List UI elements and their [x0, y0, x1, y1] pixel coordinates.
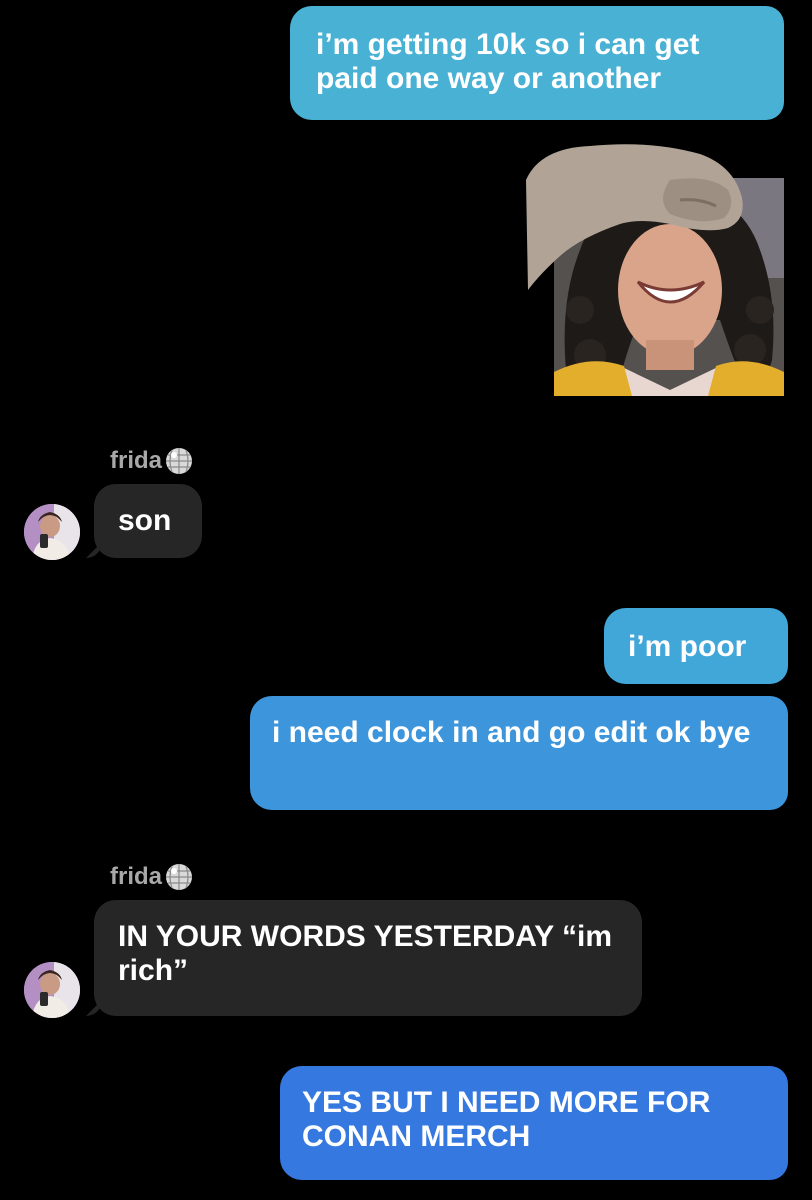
- message-text: son: [118, 504, 172, 537]
- sender-name: frida: [110, 447, 163, 474]
- sender-label: frida: [110, 862, 194, 892]
- message-text: IN YOUR WORDS YESTERDAY “im rich”: [118, 920, 613, 987]
- message-text: i need clock in and go edit ok bye: [272, 716, 751, 749]
- message-text: YES BUT I NEED MORE FOR CONAN MERCH: [302, 1086, 711, 1153]
- sticker-image[interactable]: [520, 140, 784, 396]
- outgoing-message[interactable]: i’m getting 10k so i can get paid one wa…: [290, 6, 784, 120]
- message-text: i’m poor: [628, 630, 747, 663]
- sender-name: frida: [110, 863, 163, 890]
- profile-photo: [24, 962, 80, 1018]
- outgoing-message[interactable]: YES BUT I NEED MORE FOR CONAN MERCH: [280, 1066, 788, 1180]
- disco-ball-icon: [166, 864, 193, 890]
- message-text: i’m getting 10k so i can get paid one wa…: [316, 28, 700, 95]
- outgoing-message[interactable]: i’m poor: [604, 608, 788, 684]
- hand-over-face-sticker: [526, 144, 784, 396]
- avatar[interactable]: [24, 962, 80, 1018]
- disco-ball-icon: [166, 448, 193, 474]
- profile-photo: [24, 504, 80, 560]
- avatar[interactable]: [24, 504, 80, 560]
- incoming-message[interactable]: son: [94, 484, 202, 558]
- incoming-message[interactable]: IN YOUR WORDS YESTERDAY “im rich”: [94, 900, 642, 1016]
- sender-label: frida: [110, 446, 194, 476]
- outgoing-message[interactable]: i need clock in and go edit ok bye: [250, 696, 788, 810]
